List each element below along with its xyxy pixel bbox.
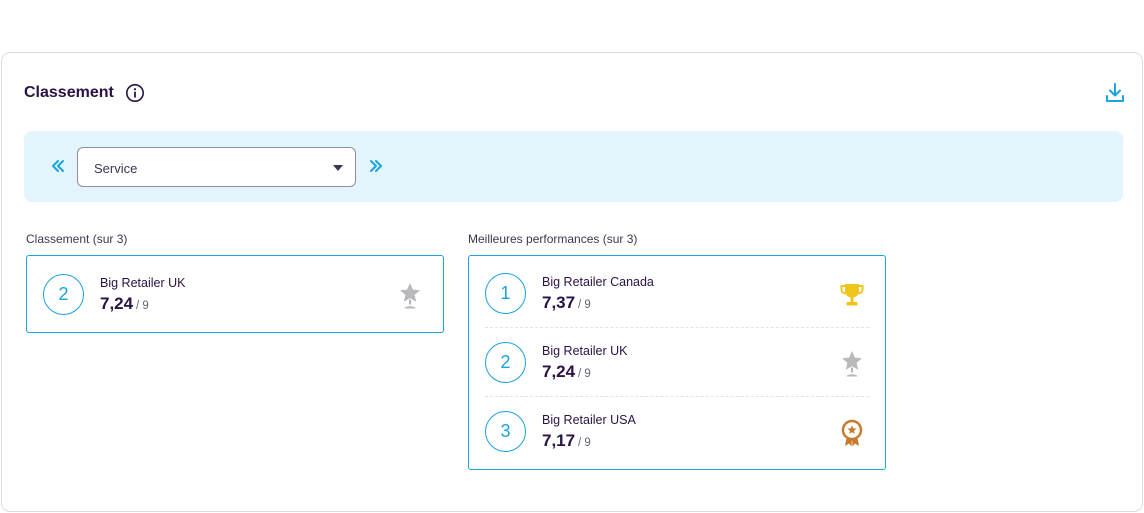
top-performer-row: 3 Big Retailer USA 7,17 / 9 [469,397,885,466]
select-value: Service [94,161,138,176]
gold-trophy-icon [840,284,864,306]
ranking-row: 2 Big Retailer UK 7,24 / 9 [27,260,443,329]
retailer-score: 7,17 [542,431,576,450]
retailer-name: Big Retailer USA [542,413,636,427]
rank-circle: 1 [485,273,526,314]
double-chevron-left-icon[interactable] [50,158,66,174]
download-icon[interactable] [1103,81,1127,105]
retailer-score: 7,24 [542,362,576,381]
silver-star-icon [842,351,862,377]
silver-star-icon [400,283,420,309]
retailer-score: 7,37 [542,293,576,312]
score-max: / 9 [136,300,149,312]
service-select[interactable]: Service [77,147,356,187]
top-performer-row: 2 Big Retailer UK 7,24 / 9 [469,328,885,397]
filter-bar: Service [24,131,1123,202]
retailer-name: Big Retailer Canada [542,275,654,289]
rank-circle: 2 [43,274,84,315]
info-icon[interactable] [125,83,145,103]
caret-down-icon [333,165,343,171]
top-performers-label: Meilleures performances (sur 3) [468,232,638,246]
score-max: / 9 [578,368,591,380]
double-chevron-right-icon[interactable] [368,158,384,174]
ranking-card: Classement Service Classement (sur 3) 2 … [1,52,1143,512]
retailer-name: Big Retailer UK [100,276,186,290]
retailer-name: Big Retailer UK [542,344,628,358]
ranking-label: Classement (sur 3) [26,232,128,246]
ranking-panel: 2 Big Retailer UK 7,24 / 9 [26,255,444,333]
rank-circle: 2 [485,342,526,383]
score-max: / 9 [578,299,591,311]
retailer-score: 7,24 [100,294,134,313]
card-title: Classement [24,84,114,101]
top-performers-panel: 1 Big Retailer Canada 7,37 / 9 2 Big Ret… [468,255,886,470]
bronze-medal-icon [841,419,863,447]
top-performer-row: 1 Big Retailer Canada 7,37 / 9 [469,259,885,328]
score-max: / 9 [578,437,591,449]
rank-circle: 3 [485,411,526,452]
